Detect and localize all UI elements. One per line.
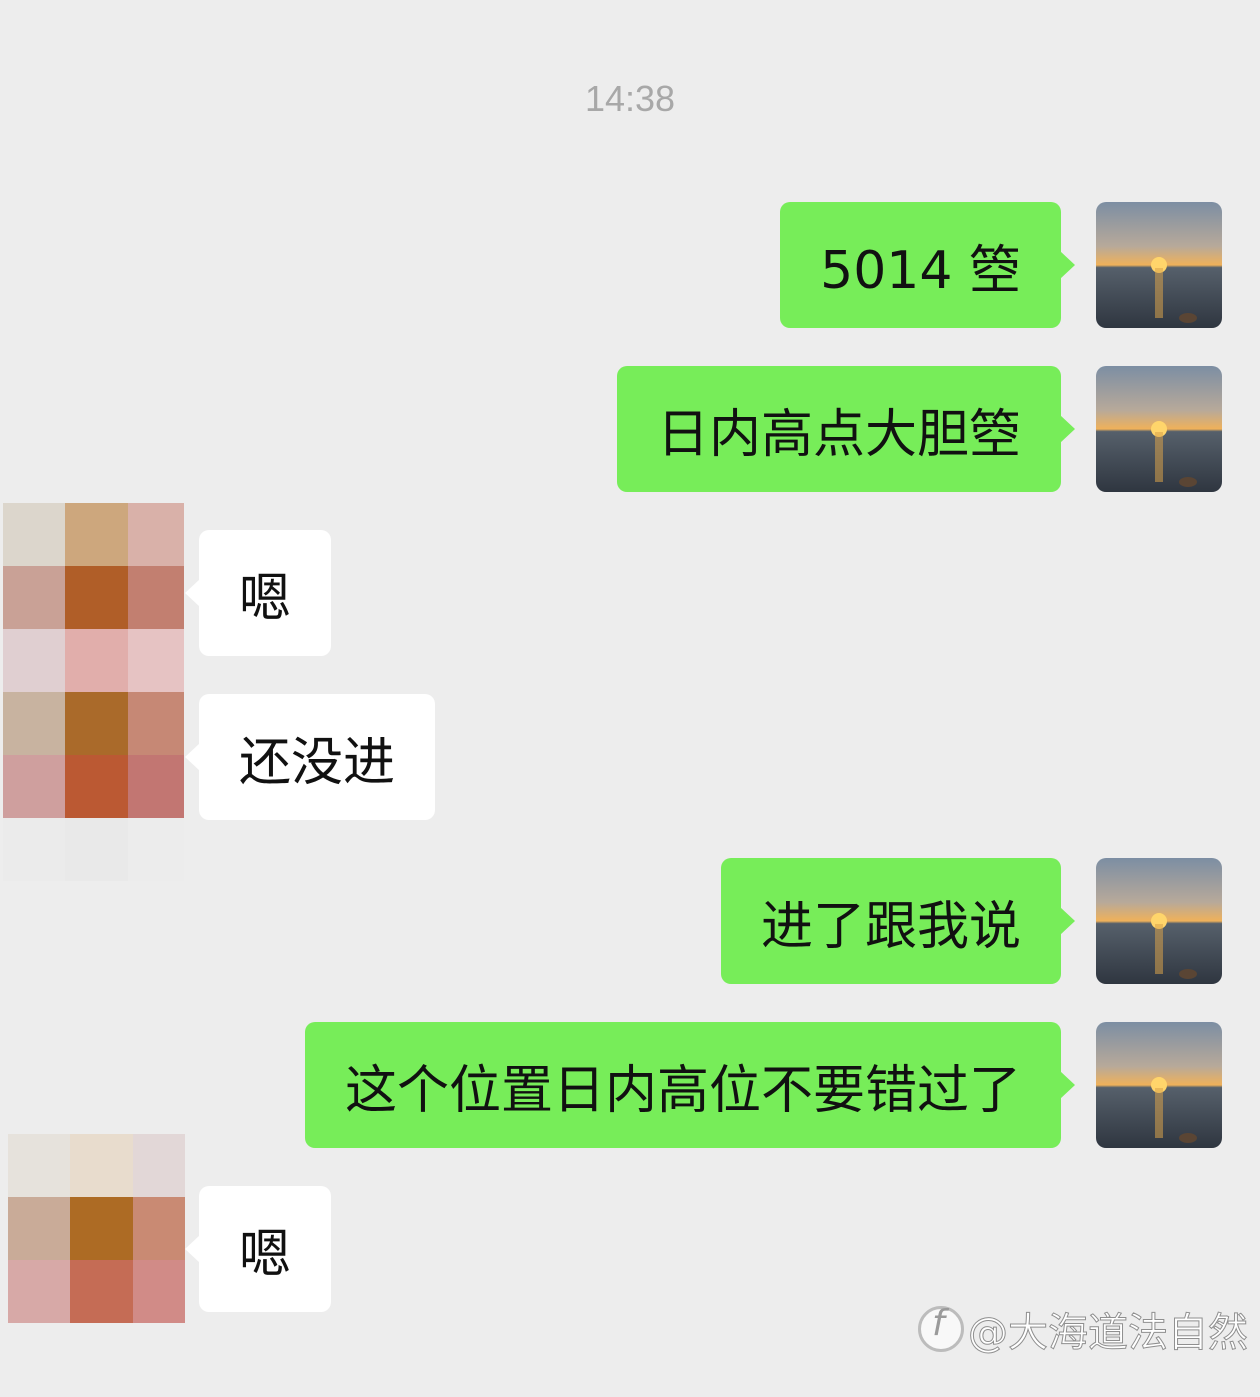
my-avatar[interactable] — [1096, 1022, 1222, 1148]
outgoing-message-bubble[interactable]: 日内高点大胆箜 — [616, 366, 1076, 492]
message-text: 这个位置日内高位不要错过了 — [344, 1060, 1021, 1121]
my-avatar[interactable] — [1096, 858, 1222, 984]
watermark-text: @大海道法自然 — [968, 1310, 1249, 1357]
pixelated-avatar-image — [3, 503, 184, 881]
outgoing-message-bubble[interactable]: 5014 箜 — [780, 202, 1075, 328]
message-text: 日内高点大胆箜 — [656, 404, 1021, 465]
message-text: 嗯 — [239, 1224, 292, 1285]
message-text: 还没进 — [239, 732, 396, 793]
my-avatar[interactable] — [1096, 202, 1222, 328]
message-text: 5014 箜 — [820, 240, 1021, 301]
sunset-avatar-image — [1096, 366, 1222, 492]
my-avatar[interactable] — [1096, 366, 1222, 492]
sunset-avatar-image — [1096, 1022, 1222, 1148]
incoming-message-bubble[interactable]: 嗯 — [184, 530, 332, 656]
contact-avatar[interactable] — [0, 1134, 185, 1324]
contact-avatar[interactable] — [0, 503, 185, 883]
chat-timestamp: 14:38 — [584, 78, 676, 119]
outgoing-message-bubble[interactable]: 这个位置日内高位不要错过了 — [304, 1022, 1076, 1148]
outgoing-message-bubble[interactable]: 进了跟我说 — [720, 858, 1076, 984]
watermark: @大海道法自然 — [918, 1300, 1249, 1358]
platform-logo-icon — [918, 1303, 964, 1352]
message-text: 进了跟我说 — [760, 896, 1021, 957]
incoming-message-bubble[interactable]: 嗯 — [184, 1186, 332, 1312]
sunset-avatar-image — [1096, 858, 1222, 984]
sunset-avatar-image — [1096, 202, 1222, 328]
message-text: 嗯 — [239, 568, 292, 629]
incoming-message-bubble[interactable]: 还没进 — [184, 694, 436, 820]
pixelated-avatar-image — [8, 1134, 185, 1323]
